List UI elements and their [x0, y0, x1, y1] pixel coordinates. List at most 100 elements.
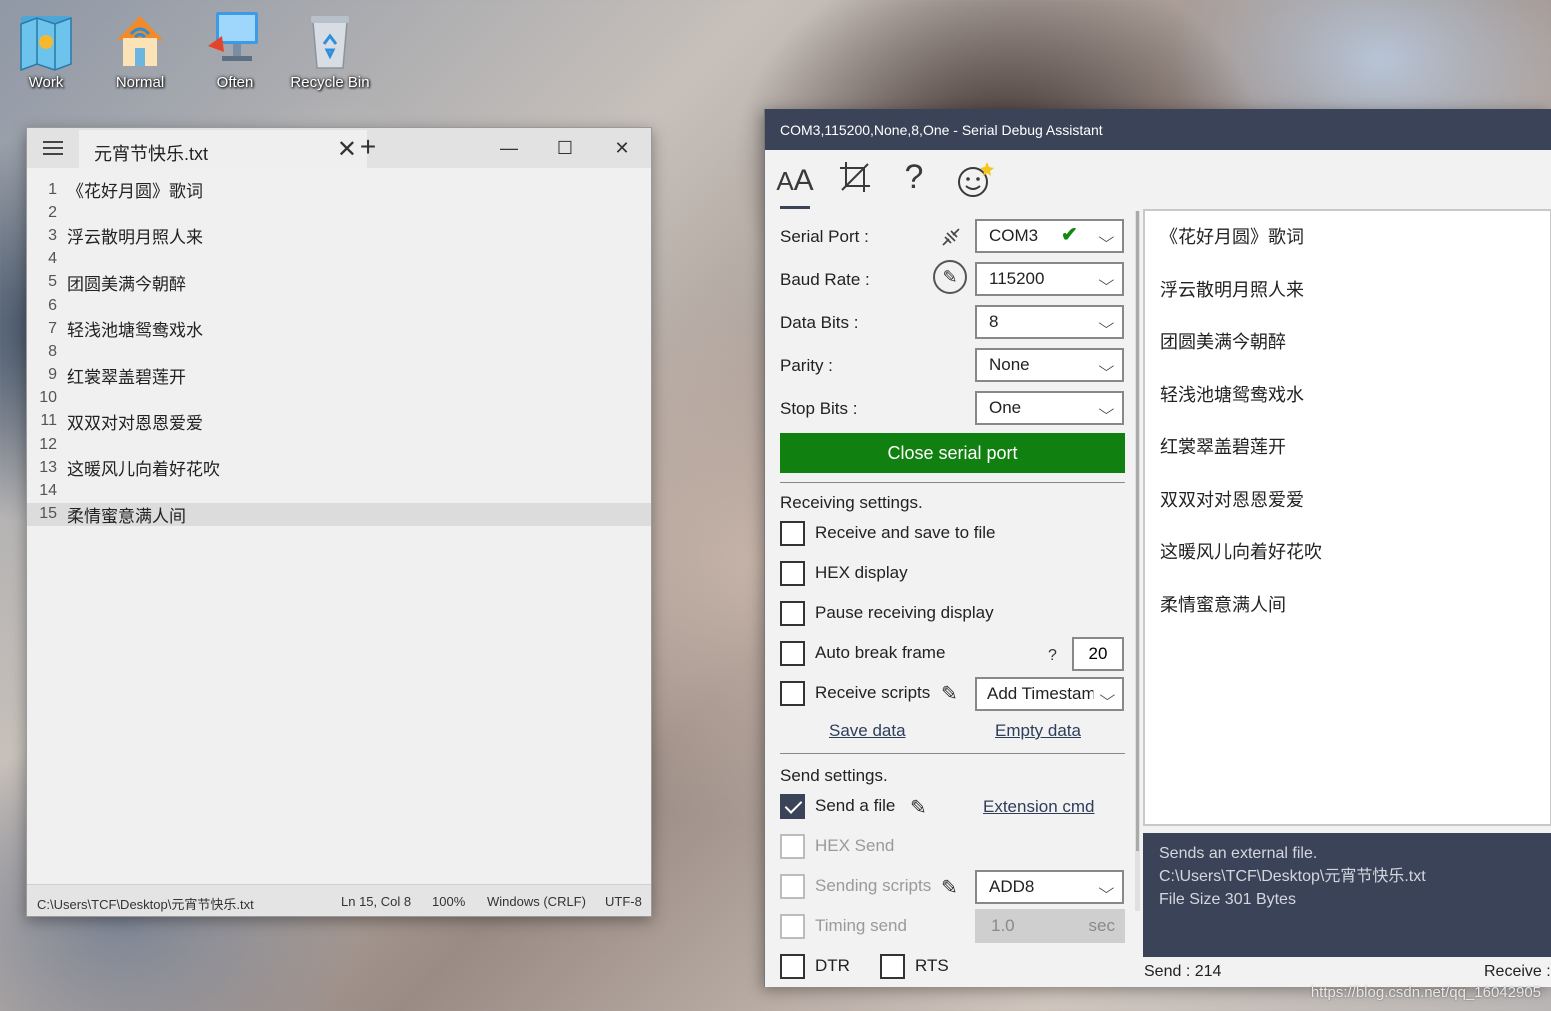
rts-label: RTS [915, 956, 949, 975]
toolbar: AA ? [765, 150, 1551, 211]
serial-port-value: COM3 [989, 226, 1039, 245]
chevron-down-icon [1093, 680, 1116, 709]
pause-display-checkbox[interactable] [780, 601, 805, 626]
stop-bits-label: Stop Bits : [780, 399, 858, 418]
data-bits-label: Data Bits : [780, 313, 859, 332]
editor-line: 13 这暖风儿向着好花吹 [27, 456, 651, 480]
data-bits-select[interactable]: 8 [975, 305, 1124, 339]
editor-line: 5 团圆美满今朝醉 [27, 271, 651, 294]
receive-save-file-checkbox[interactable] [780, 521, 805, 546]
connected-check-icon: ✔ [1061, 224, 1078, 246]
line-text: 《花好月圆》歌词 [67, 182, 203, 202]
crop-icon[interactable] [833, 160, 877, 202]
edit-script-icon[interactable]: ✎ [941, 681, 958, 706]
stop-bits-select[interactable]: One [975, 391, 1124, 425]
custom-baud-icon[interactable]: ✎ [933, 260, 967, 294]
help-icon[interactable]: ? [892, 158, 936, 197]
notepad-editor[interactable]: 1 《花好月圆》歌词 2 3 浮云散明月照人来 4 5 团圆美满今朝醉 6 7 轻浅池塘鸳鸯戏水 8 9… [27, 168, 651, 884]
hex-send-label: HEX Send [815, 836, 895, 855]
info-line-2: C:\Users\TCF\Desktop\元宵节快乐.txt [1159, 868, 1426, 885]
hex-display-checkbox[interactable] [780, 561, 805, 586]
dtr-checkbox[interactable] [780, 954, 805, 979]
unplug-icon[interactable] [939, 225, 963, 254]
line-text: 柔情蜜意满人间 [67, 506, 186, 526]
parity-select[interactable]: None [975, 348, 1124, 382]
auto-break-input[interactable]: 20 [1072, 637, 1124, 671]
editor-line: 8 [27, 340, 651, 363]
stop-bits-value: One [989, 398, 1022, 417]
timing-send-checkbox[interactable] [780, 914, 805, 939]
editor-line: 6 [27, 294, 651, 317]
active-tab-indicator [780, 206, 810, 209]
hex-display-label: HEX display [815, 563, 908, 582]
minimize-icon[interactable]: — [489, 134, 529, 162]
watermark: https://blog.csdn.net/qq_16042905 [1310, 984, 1541, 1001]
received-line: 团圆美满今朝醉 [1160, 332, 1286, 352]
notepad-window: 元宵节快乐.txt ✕ + — ☐ ✕ 1 《花好月圆》歌词 2 3 浮云散明月照人来 4… [26, 127, 652, 917]
save-data-link[interactable]: Save data [829, 721, 906, 741]
timing-interval-input[interactable]: 1.0 sec [975, 909, 1125, 943]
divider [780, 482, 1125, 483]
panel-splitter[interactable] [1135, 211, 1140, 911]
line-text: 团圆美满今朝醉 [67, 274, 186, 294]
line-text: 轻浅池塘鸳鸯戏水 [67, 321, 203, 341]
empty-data-link[interactable]: Empty data [995, 721, 1081, 741]
baud-rate-select[interactable]: 115200 [975, 262, 1124, 296]
recycle-bin-icon [299, 6, 361, 72]
line-number: 14 [39, 482, 57, 500]
edit-send-script-icon[interactable]: ✎ [941, 875, 958, 900]
close-window-icon[interactable]: ✕ [602, 134, 642, 162]
tab-title: 元宵节快乐.txt [94, 144, 209, 164]
hamburger-menu-icon[interactable] [43, 141, 63, 155]
desktop-icon-work[interactable]: Work [3, 6, 89, 91]
hex-send-checkbox[interactable] [780, 834, 805, 859]
editor-line: 1 《花好月圆》歌词 [27, 178, 651, 202]
font-size-icon[interactable]: AA [773, 164, 817, 198]
line-number: 8 [48, 342, 57, 360]
receive-scripts-select[interactable]: Add Timestamp [975, 677, 1124, 711]
editor-line: 12 [27, 433, 651, 456]
received-line: 双双对对恩恩爱爱 [1160, 489, 1304, 510]
line-number: 15 [39, 505, 57, 523]
notepad-titlebar: 元宵节快乐.txt ✕ + — ☐ ✕ [27, 128, 651, 168]
close-serial-port-button[interactable]: Close serial port [780, 433, 1125, 473]
status-encoding: UTF-8 [605, 894, 642, 909]
auto-break-help-icon[interactable]: ? [1048, 647, 1057, 665]
maximize-icon[interactable]: ☐ [545, 134, 585, 162]
sending-scripts-checkbox[interactable] [780, 874, 805, 899]
send-file-checkbox[interactable] [780, 794, 805, 819]
receive-scripts-checkbox[interactable] [780, 681, 805, 706]
line-number: 10 [39, 389, 57, 407]
line-number: 1 [48, 180, 57, 198]
sending-scripts-select[interactable]: ADD8 [975, 870, 1124, 904]
desktop-icon-recycle-bin[interactable]: Recycle Bin [287, 6, 373, 91]
received-line: 柔情蜜意满人间 [1160, 594, 1286, 615]
extension-cmd-link[interactable]: Extension cmd [983, 797, 1095, 817]
pencil-icon[interactable]: ✎ [910, 795, 927, 820]
rts-checkbox[interactable] [880, 954, 905, 979]
baud-rate-value: 115200 [989, 269, 1045, 288]
desktop-icon-normal[interactable]: Normal [97, 6, 183, 91]
chevron-down-icon [1099, 351, 1115, 380]
emoji-icon[interactable] [953, 160, 997, 208]
chevron-down-icon [1099, 222, 1115, 251]
serial-debug-window: COM3,115200,None,8,One - Serial Debug As… [764, 109, 1551, 987]
receive-display[interactable]: 《花好月圆》歌词 浮云散明月照人来 团圆美满今朝醉 轻浅池塘鸳鸯戏水 红裳翠盖碧莲开 双双… [1143, 209, 1551, 826]
desktop-icon-often[interactable]: Often [192, 6, 278, 91]
receive-scripts-label: Receive scripts [815, 683, 931, 702]
parity-label: Parity : [780, 356, 833, 375]
new-tab-plus-icon[interactable]: + [353, 131, 383, 163]
notepad-tab[interactable]: 元宵节快乐.txt ✕ [79, 130, 367, 168]
auto-break-checkbox[interactable] [780, 641, 805, 666]
sending-scripts-label: Sending scripts [815, 876, 932, 895]
auto-break-label: Auto break frame [815, 643, 946, 662]
line-text: 浮云散明月照人来 [67, 228, 203, 248]
chevron-down-icon [1099, 265, 1115, 294]
line-text: 双双对对恩恩爱爱 [67, 413, 203, 433]
editor-line: 14 [27, 479, 651, 502]
editor-line: 10 [27, 387, 651, 410]
baud-rate-label: Baud Rate : [780, 270, 870, 289]
receiving-settings-heading: Receiving settings. [780, 493, 923, 512]
send-count: Send : 214 [1144, 963, 1222, 980]
serial-port-select[interactable]: COM3 ✔ [975, 219, 1124, 253]
